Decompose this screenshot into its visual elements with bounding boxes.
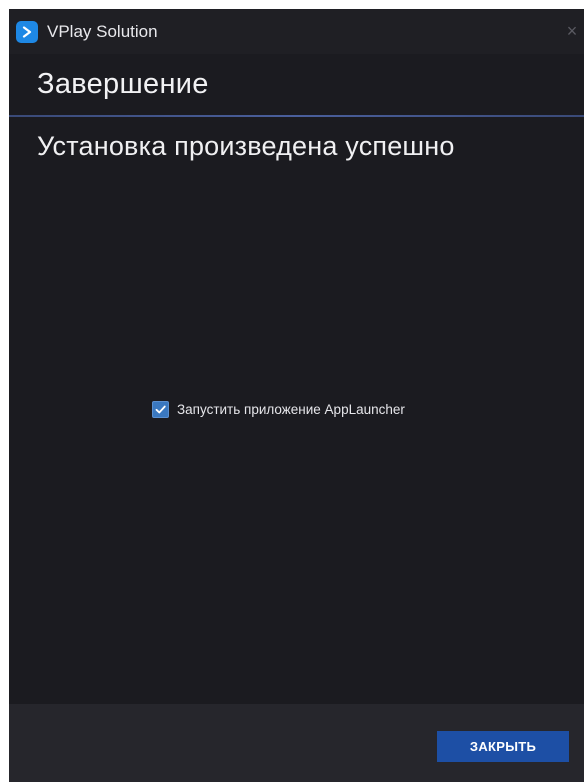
launch-app-label[interactable]: Запустить приложение AppLauncher — [177, 402, 405, 417]
header-divider — [9, 115, 584, 117]
checkmark-icon — [155, 405, 166, 414]
page-header: Завершение — [9, 54, 584, 116]
close-icon[interactable]: × — [562, 21, 582, 41]
launch-app-checkbox[interactable] — [152, 401, 169, 418]
page-title: Завершение — [37, 68, 209, 100]
close-button[interactable]: ЗАКРЫТЬ — [437, 731, 569, 762]
title-bar[interactable]: VPlay Solution × — [9, 9, 584, 54]
install-status-text: Установка произведена успешно — [37, 131, 455, 161]
launch-app-checkbox-row[interactable]: Запустить приложение AppLauncher — [152, 401, 405, 418]
installer-window: VPlay Solution × Завершение Установка пр… — [9, 9, 584, 782]
play-arrow-icon — [22, 25, 32, 38]
window-title: VPlay Solution — [47, 21, 158, 41]
footer-bar: ЗАКРЫТЬ — [9, 704, 584, 782]
app-logo-icon — [16, 20, 38, 43]
